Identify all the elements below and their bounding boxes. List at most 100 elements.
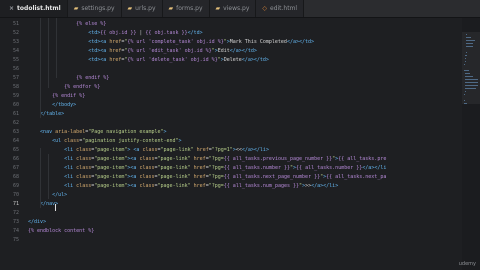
line-number: 62 (12, 120, 19, 126)
line-number: 73 (12, 219, 19, 225)
minimap-line (465, 76, 474, 77)
line-number: 69 (12, 183, 19, 189)
code-line[interactable]: 57 {% endif %} (0, 74, 462, 82)
html-file-icon: ◇ (262, 5, 267, 12)
minimap-line (465, 55, 467, 56)
line-number: 58 (12, 84, 19, 90)
code-line[interactable]: 53 <td><a href="{% url 'complete_task' o… (0, 38, 462, 46)
code-line[interactable]: 70 </ul> (0, 191, 462, 199)
line-code: </table> (40, 111, 65, 117)
tab-todolist-html[interactable]: × todolist.html (0, 0, 68, 17)
code-line[interactable]: 66 <li class="page-item"><a class="page-… (0, 155, 462, 163)
code-line[interactable]: 51 {% else %} (0, 20, 462, 28)
close-icon[interactable]: × (9, 5, 14, 12)
tab-label: forms.py (176, 5, 203, 12)
line-number: 74 (12, 228, 19, 234)
code-line[interactable]: 62 (0, 119, 462, 127)
line-code: <td><a href="{% url 'delete_task' obj.id… (88, 57, 269, 63)
code-line[interactable]: 58 {% endfor %} (0, 83, 462, 91)
code-line[interactable]: 68 <li class="page-item"><a class="page-… (0, 173, 462, 181)
line-code: <ul class="pagination justify-content-en… (52, 138, 182, 144)
indent-guide (48, 154, 49, 199)
minimap-line (465, 52, 467, 53)
line-number: 66 (12, 156, 19, 162)
tab-urls-py[interactable]: ▰ urls.py (121, 0, 163, 17)
line-code: <li class="page-item"><a class="page-lin… (64, 174, 387, 180)
code-line[interactable]: 71 </nav> (0, 200, 462, 208)
line-number: 60 (12, 102, 19, 108)
line-code: <td><a href="{% url 'complete_task' obj.… (88, 39, 315, 45)
minimap-line (464, 73, 470, 74)
line-code: </tbody> (52, 102, 77, 108)
line-code: <nav aria-label="Page navigation example… (40, 129, 167, 135)
minimap-line (465, 82, 479, 83)
code-line[interactable]: 64 <ul class="pagination justify-content… (0, 137, 462, 145)
python-file-icon: ▰ (168, 5, 174, 12)
indent-guide (40, 148, 41, 208)
line-number: 53 (12, 39, 19, 45)
tab-label: settings.py (81, 5, 115, 12)
code-line[interactable]: 54 <td><a href="{% url 'edit_task' obj.i… (0, 47, 462, 55)
indent-guide (40, 18, 41, 118)
minimap-line (466, 43, 473, 44)
code-line[interactable]: 63 <nav aria-label="Page navigation exam… (0, 128, 462, 136)
indent-guide (48, 18, 49, 88)
line-number: 52 (12, 30, 19, 36)
minimap-line (464, 91, 466, 92)
code-line[interactable]: 60 </tbody> (0, 101, 462, 109)
code-line[interactable]: 55 <td><a href="{% url 'delete_task' obj… (0, 56, 462, 64)
line-number: 70 (12, 192, 19, 198)
minimap[interactable] (462, 18, 480, 270)
line-number: 64 (12, 138, 19, 144)
indent-guide (56, 18, 57, 78)
tab-bar: × todolist.html ▰ settings.py ▰ urls.py ▰ forms… (0, 0, 480, 18)
minimap-line (465, 34, 467, 35)
code-line[interactable]: 75 (0, 236, 462, 244)
code-line[interactable]: 74 {% endblock content %} (0, 227, 462, 235)
line-code: <li class="page-item"> <a class="page-li… (64, 147, 269, 153)
tab-settings-py[interactable]: ▰ settings.py (67, 0, 122, 17)
minimap-line (464, 94, 466, 95)
line-code: {% endif %} (52, 93, 86, 99)
tab-edit-html[interactable]: ◇ edit.html (256, 0, 305, 17)
minimap-line (464, 61, 466, 62)
line-number: 72 (12, 210, 19, 216)
minimap-line (466, 37, 471, 38)
line-code: {% endfor %} (64, 84, 101, 90)
code-line[interactable]: 73 </div> (0, 218, 462, 226)
line-number: 54 (12, 48, 19, 54)
line-number: 57 (12, 75, 19, 81)
minimap-line (465, 85, 479, 86)
line-number: 71 (12, 201, 19, 207)
code-line[interactable]: 59 {% endif %} (0, 92, 462, 100)
code-line[interactable]: 69 <li class="page-item"><a class="page-… (0, 182, 462, 190)
line-code: <li class="page-item"><a class="page-lin… (64, 165, 387, 171)
line-code: <li class="page-item"><a class="page-lin… (64, 156, 387, 162)
line-code: {% endblock content %} (28, 228, 95, 234)
minimap-line (464, 64, 466, 65)
code-line[interactable]: 65 <li class="page-item"> <a class="page… (0, 146, 462, 154)
code-line[interactable]: 56 (0, 65, 462, 73)
tab-views-py[interactable]: ▰ views.py (209, 0, 257, 17)
code-editor[interactable]: 51 {% else %} 52 <td>{{ obj.id }} | {{ ob… (0, 18, 462, 270)
line-number: 51 (12, 21, 19, 27)
minimap-line (465, 88, 477, 89)
line-number: 68 (12, 174, 19, 180)
minimap-line (464, 58, 467, 59)
line-number: 65 (12, 147, 19, 153)
code-line[interactable]: 67 <li class="page-item"><a class="page-… (0, 164, 462, 172)
tab-forms-py[interactable]: ▰ forms.py (162, 0, 210, 17)
line-code: <td>{{ obj.id }} | {{ obj.task }}</td> (88, 30, 203, 36)
code-line[interactable]: 61 </table> (0, 110, 462, 118)
tab-label: views.py (223, 5, 250, 12)
line-number: 61 (12, 111, 19, 117)
code-line[interactable]: 52 <td>{{ obj.id }} | {{ obj.task }}</td… (0, 29, 462, 37)
python-file-icon: ▰ (215, 5, 221, 12)
line-number: 55 (12, 57, 19, 63)
minimap-line (466, 40, 475, 41)
tab-label: edit.html (270, 5, 298, 12)
code-line[interactable]: 72 (0, 209, 462, 217)
line-code: </div> (28, 219, 47, 225)
tab-label: todolist.html (17, 5, 61, 12)
line-code: <li class="page-item"><a class="page-lin… (64, 183, 339, 189)
